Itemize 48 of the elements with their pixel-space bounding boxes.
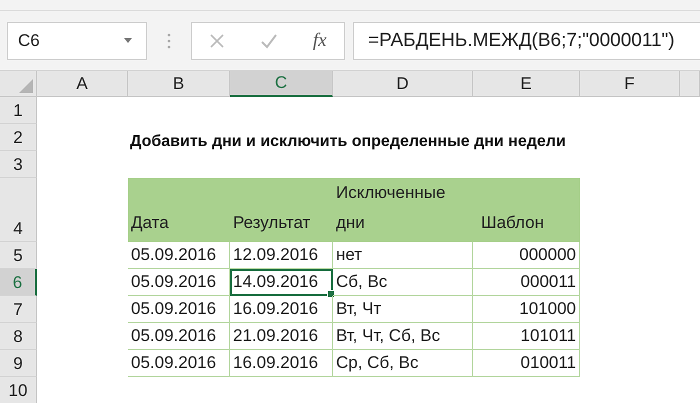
table-cell[interactable]: нет: [333, 242, 473, 269]
sheet-title: Добавить дни и исключить определенные дни недели: [129, 133, 567, 151]
fill-handle[interactable]: [327, 290, 335, 298]
table-cell[interactable]: 12.09.2016: [230, 242, 333, 269]
column-header[interactable]: D: [333, 71, 473, 97]
table-cell[interactable]: 05.09.2016: [128, 323, 230, 350]
row-header[interactable]: 8: [0, 323, 37, 350]
row-header[interactable]: 5: [0, 242, 37, 269]
table-cell[interactable]: 14.09.2016: [230, 269, 333, 296]
row-header[interactable]: 6: [0, 269, 37, 296]
insert-function-button[interactable]: fx: [312, 30, 327, 52]
table-header-cell: Шаблон: [473, 178, 580, 242]
table-cell[interactable]: Сб, Вс: [333, 269, 473, 296]
column-header[interactable]: F: [580, 71, 680, 97]
select-all-icon[interactable]: [19, 79, 33, 93]
row-header[interactable]: 3: [0, 151, 37, 178]
table-cell[interactable]: 16.09.2016: [230, 350, 333, 377]
row-header[interactable]: 9: [0, 350, 37, 377]
table-header-cell: Дата: [128, 178, 230, 242]
caret-icon: [124, 38, 132, 43]
table-cell[interactable]: 010011: [473, 350, 580, 377]
name-box[interactable]: C6: [7, 22, 147, 60]
formula-field[interactable]: =РАБДЕНЬ.МЕЖД(B6;7;"0000011"): [353, 22, 700, 60]
column-header[interactable]: B: [128, 71, 230, 97]
column-header[interactable]: A: [37, 71, 128, 97]
column-header[interactable]: [680, 71, 700, 97]
table-cell[interactable]: 000000: [473, 242, 580, 269]
table-cell[interactable]: 000011: [473, 269, 580, 296]
table-cell[interactable]: 101000: [473, 296, 580, 323]
table-cell[interactable]: 05.09.2016: [128, 296, 230, 323]
row-header[interactable]: 2: [0, 124, 37, 151]
table-header-cell: Результат: [230, 178, 333, 242]
table-cell[interactable]: 101011: [473, 323, 580, 350]
row-header[interactable]: 1: [0, 97, 37, 124]
table-cell[interactable]: Ср, Сб, Вс: [333, 350, 473, 377]
grip-icon: [167, 32, 171, 48]
table-cell[interactable]: Вт, Чт, Сб, Вс: [333, 323, 473, 350]
column-header[interactable]: E: [473, 71, 580, 97]
table-cell[interactable]: Вт, Чт: [333, 296, 473, 323]
column-header[interactable]: C: [230, 71, 333, 97]
row-header[interactable]: 4: [0, 178, 37, 242]
table-cell[interactable]: 05.09.2016: [128, 350, 230, 377]
table-cell[interactable]: 16.09.2016: [230, 296, 333, 323]
table-cell[interactable]: 05.09.2016: [128, 269, 230, 296]
table-cell[interactable]: 05.09.2016: [128, 242, 230, 269]
row-header[interactable]: 10: [0, 377, 37, 403]
table-cell[interactable]: 21.09.2016: [230, 323, 333, 350]
row-header[interactable]: 7: [0, 296, 37, 323]
